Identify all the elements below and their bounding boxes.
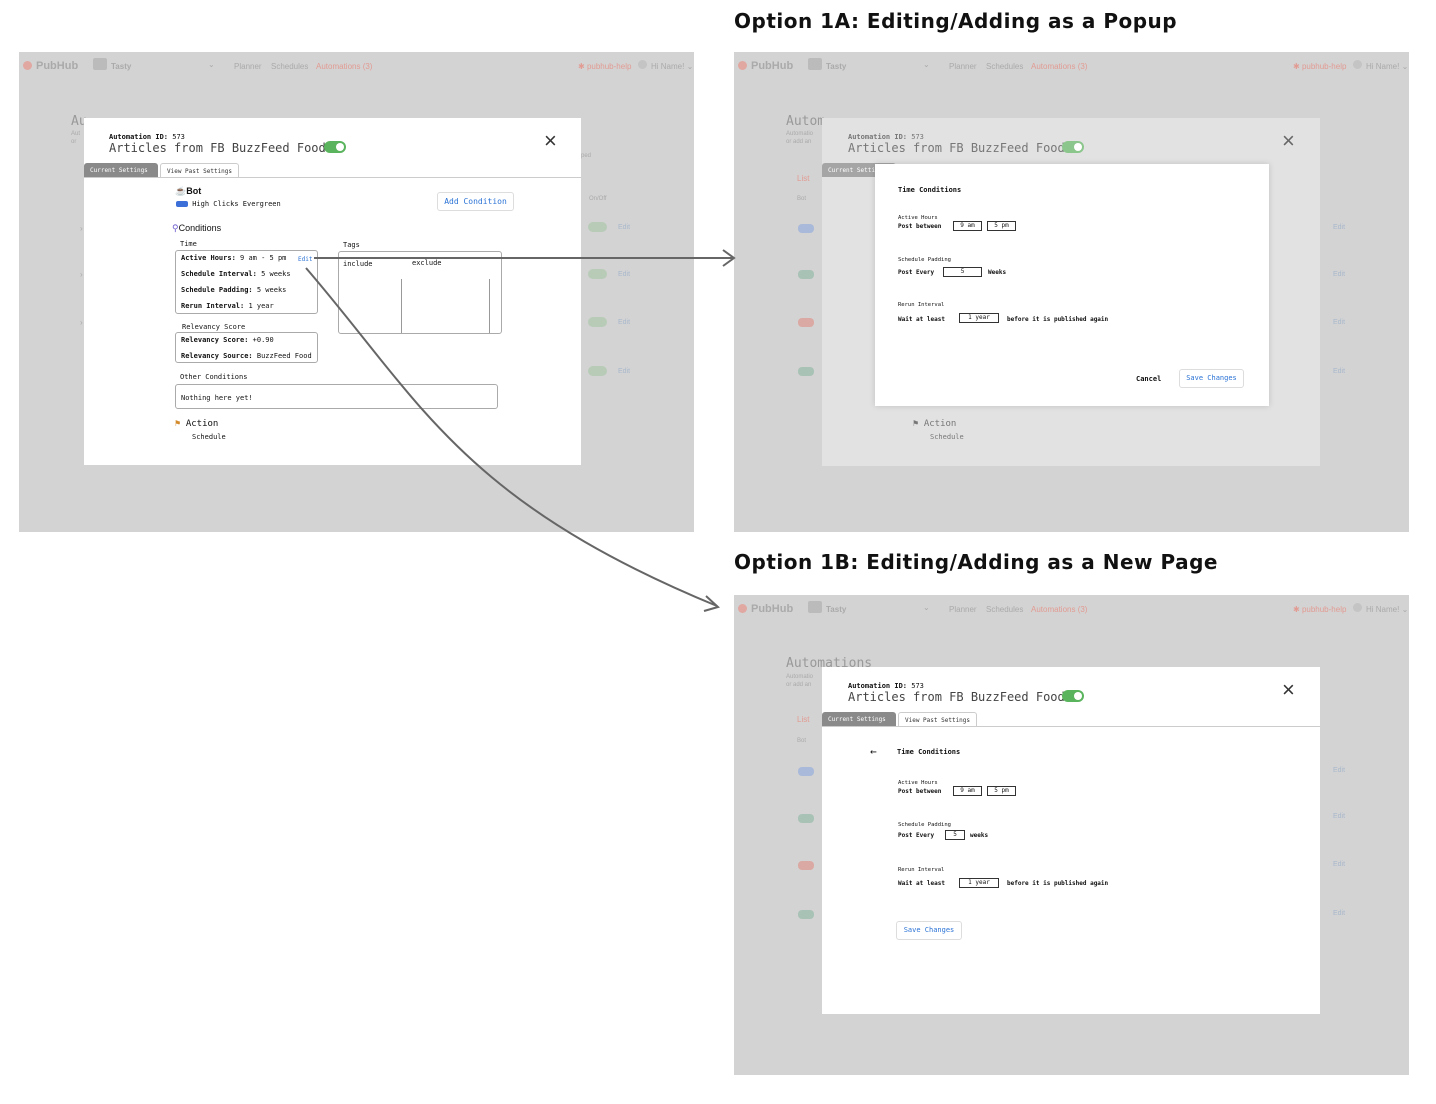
arrow-to-new-page xyxy=(305,267,718,607)
connector-arrows xyxy=(305,249,736,612)
